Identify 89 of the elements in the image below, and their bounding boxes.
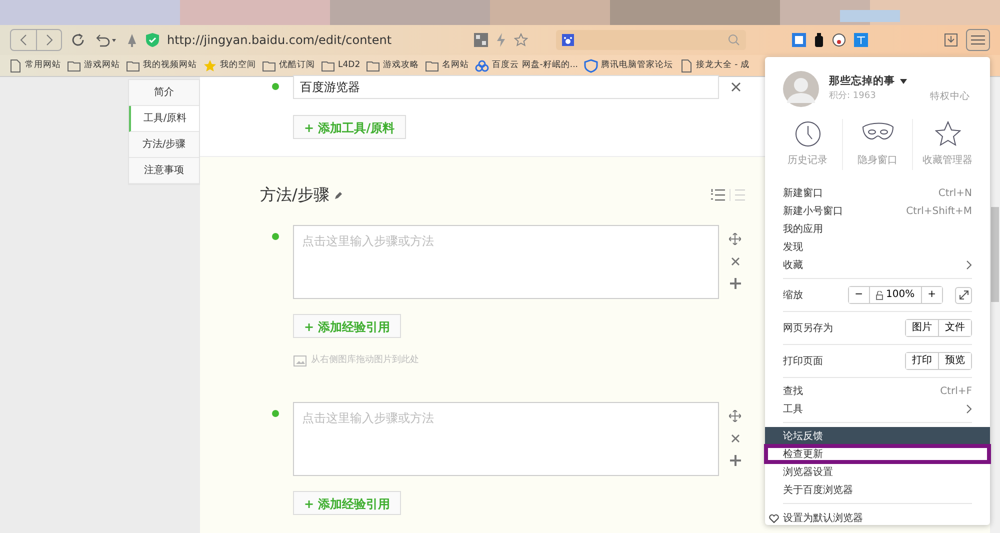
bullet-dot — [272, 233, 279, 240]
points-text: 积分: 1963 — [829, 90, 876, 103]
reload-icon[interactable] — [70, 32, 86, 48]
bookmark-link[interactable]: 接龙大全 - 成 — [678, 58, 750, 72]
folder-icon — [425, 58, 440, 72]
step-field[interactable]: 点击这里输入步骤或方法 — [293, 225, 719, 299]
pencil-icon — [335, 191, 344, 199]
bullet-dot — [272, 410, 279, 416]
menu-label: 网页另存为 — [783, 322, 833, 336]
address-field[interactable]: http://jingyan.baidu.com/edit/content — [167, 31, 392, 49]
user-name[interactable]: 那些忘掉的事 — [829, 74, 895, 90]
menu-icon — [971, 35, 985, 45]
bookmark-link[interactable]: L4D2 — [321, 58, 360, 72]
cloud-icon — [475, 58, 490, 72]
qr-code-icon[interactable] — [474, 33, 488, 47]
tile-icon[interactable] — [854, 33, 868, 47]
menu-item[interactable]: 收藏 — [765, 256, 990, 274]
menu-label: 打印页面 — [783, 354, 823, 368]
menu-item[interactable]: 我的应用 — [765, 220, 990, 238]
search-field[interactable] — [556, 30, 746, 50]
plus-icon[interactable] — [730, 278, 740, 289]
star-icon — [203, 58, 217, 72]
page-icon — [8, 58, 22, 72]
menu-item[interactable]: 新建窗口 Ctrl+N — [765, 184, 990, 202]
bookmark-link[interactable]: 我的视频网站 — [126, 58, 197, 72]
tile-icon[interactable] — [792, 33, 806, 47]
bookmark-link[interactable]: 游戏攻略 — [366, 58, 420, 72]
page-icon — [678, 58, 693, 72]
close-icon[interactable] — [730, 257, 740, 266]
folder-icon — [366, 58, 380, 72]
move-icon[interactable] — [729, 410, 741, 422]
scrollbar-thumb[interactable] — [991, 207, 999, 302]
close-icon[interactable] — [731, 82, 741, 92]
bookmark-link[interactable]: 我的空间 — [203, 58, 256, 72]
bookmark-link[interactable]: 百度云 网盘-籽岷的... — [475, 58, 578, 72]
menu-item[interactable]: 查找 Ctrl+F — [765, 382, 990, 400]
section-title: 方法/步骤 — [260, 184, 330, 206]
download-icon[interactable] — [944, 33, 958, 47]
menu-label: 缩放 — [783, 288, 803, 302]
star-icon — [934, 121, 960, 147]
menu-item[interactable]: 论坛反馈 — [765, 427, 990, 445]
sidebar-item[interactable]: 工具/原料 — [129, 106, 199, 132]
plus-icon[interactable] — [730, 454, 740, 466]
menu-item[interactable]: 关于百度浏览器 — [765, 481, 990, 499]
chevron-right-icon — [966, 404, 972, 414]
step-field[interactable]: 点击这里输入步骤或方法 — [293, 402, 719, 476]
bullet-dot — [272, 83, 279, 90]
menu-button[interactable] — [966, 29, 990, 51]
bookmark-link[interactable]: 常用网站 — [8, 58, 61, 72]
folder-icon — [262, 58, 276, 72]
zoom-in-button[interactable]: + — [920, 287, 942, 303]
star-icon[interactable] — [514, 33, 528, 47]
bookmark-link[interactable]: 优酷订阅 — [262, 58, 315, 72]
set-default-link[interactable]: 设置为默认浏览器 — [765, 508, 990, 528]
menu-item[interactable]: 发现 — [765, 238, 990, 256]
bookmark-link[interactable]: 腾讯电脑管家论坛 — [584, 58, 673, 72]
chevron-left-icon — [20, 34, 28, 46]
menu-action-button[interactable]: 文件 — [938, 320, 971, 336]
shield-check-icon — [146, 33, 159, 47]
caret-icon[interactable] — [900, 79, 907, 84]
chevron-right-icon — [45, 34, 53, 46]
menu-action-button[interactable]: 预览 — [938, 353, 971, 369]
bookmark-link[interactable]: 游戏网站 — [67, 58, 120, 72]
clock-icon — [794, 121, 820, 147]
numbered-list-icon[interactable] — [711, 189, 725, 201]
heart-icon — [769, 514, 779, 522]
menu-item[interactable]: 工具 — [765, 400, 990, 418]
tool-field[interactable]: 百度游览器 — [293, 75, 719, 99]
paw-icon — [562, 34, 574, 46]
menu-item[interactable]: 新建小号窗口 Ctrl+Shift+M — [765, 202, 990, 220]
bookmark-link[interactable]: 名网站 — [425, 58, 470, 72]
close-icon[interactable] — [730, 434, 740, 442]
lock-icon — [876, 290, 884, 300]
move-icon[interactable] — [729, 233, 741, 245]
expand-icon — [958, 290, 968, 300]
folder-icon — [321, 58, 335, 72]
menu-item[interactable]: 检查更新 — [765, 445, 990, 463]
image-icon — [293, 354, 307, 367]
undo-icon[interactable] — [94, 32, 118, 48]
fullscreen-button[interactable] — [955, 286, 972, 304]
menu-item[interactable]: 浏览器设置 — [765, 463, 990, 481]
chevron-right-icon — [966, 260, 972, 270]
folder-icon — [67, 58, 81, 72]
folder-icon — [126, 58, 140, 72]
shield-icon — [584, 58, 598, 72]
search-icon — [728, 34, 740, 46]
image-hint: 从右侧图库拖动图片到此处 — [311, 354, 419, 367]
avatar — [783, 71, 819, 107]
bottle-icon[interactable] — [814, 33, 824, 47]
